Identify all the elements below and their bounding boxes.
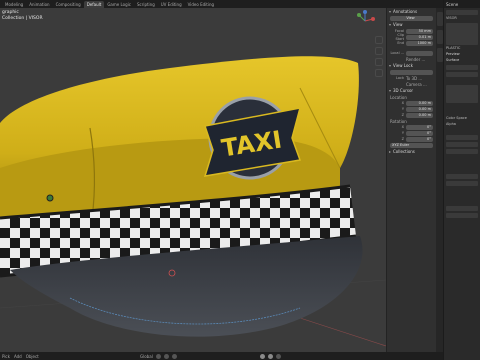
properties-header[interactable]: Scene — [444, 0, 480, 8]
properties-editor: Scene VISOR PLASTIC Preview Surface Colo… — [443, 0, 480, 360]
view-section[interactable]: ▾ View — [387, 21, 436, 28]
shading-material-icon[interactable] — [267, 353, 273, 359]
clip-end-field[interactable]: 1000 m — [406, 40, 433, 46]
orientation-dropdown[interactable]: Global — [140, 354, 153, 359]
chevron-down-icon: ▾ — [389, 9, 392, 14]
focal-length-field[interactable]: 50 mm — [406, 28, 433, 34]
tab-compositing[interactable]: Compositing — [53, 1, 84, 8]
taxi-cap-model: TAXI — [0, 56, 386, 347]
chevron-right-icon: ▸ — [389, 149, 392, 154]
param-field-7[interactable] — [446, 213, 478, 218]
tab-view[interactable] — [436, 48, 443, 62]
pan-icon[interactable] — [375, 47, 383, 55]
lock-camera-checkbox[interactable]: Camera ... — [406, 82, 427, 87]
viewport-bottom-bar: Pick Add Object Global — [0, 352, 443, 360]
shading-solid-icon[interactable] — [259, 353, 265, 359]
texture-field[interactable] — [446, 85, 478, 103]
tab-game-logic[interactable]: Game Logic — [104, 1, 134, 8]
rotation-mode-dropdown[interactable]: XYZ Euler — [390, 142, 433, 148]
base-color-field[interactable] — [446, 72, 478, 77]
param-field-3[interactable] — [446, 149, 478, 154]
zoom-icon[interactable] — [375, 36, 383, 44]
proportional-icon[interactable] — [171, 353, 177, 359]
viewport-collection-text: Collection | VISOR — [2, 16, 43, 21]
clip-start-field[interactable]: 0.01 m — [406, 34, 433, 40]
cursor-rot-z-field[interactable]: 0° — [406, 136, 433, 142]
shading-rendered-icon[interactable] — [275, 353, 281, 359]
snap-icon[interactable] — [163, 353, 169, 359]
sidebar-n-panel: ▾ Annotations View ▾ View Focal 50 mm Clip … — [386, 8, 436, 352]
tab-item[interactable] — [436, 12, 443, 26]
material-slot-list[interactable] — [446, 23, 478, 45]
3d-viewport[interactable]: TAXI graphic Collection | VISOR — [0, 8, 386, 352]
cursor-y-field[interactable]: 0.00 m — [406, 106, 433, 112]
3d-cursor-section[interactable]: ▾ 3D Cursor — [387, 87, 436, 94]
pick-menu[interactable]: Pick — [2, 354, 10, 359]
tab-tool[interactable] — [436, 30, 443, 44]
tab-scripting[interactable]: Scripting — [134, 1, 158, 8]
workspace-tab-bar: Modeling Animation Compositing Default G… — [0, 0, 456, 8]
pivot-icon[interactable] — [155, 353, 161, 359]
object-menu[interactable]: Object — [26, 354, 39, 359]
tab-animation[interactable]: Animation — [26, 1, 52, 8]
chevron-down-icon: ▾ — [389, 88, 392, 93]
navigation-gizmo[interactable] — [354, 10, 376, 32]
grid-icon[interactable] — [375, 69, 383, 77]
surface-section[interactable]: Surface — [444, 57, 480, 63]
blender-window: Modeling Animation Compositing Default G… — [0, 0, 480, 360]
collections-section[interactable]: ▸ Collections — [387, 148, 436, 155]
alpha-label: Alpha — [446, 122, 456, 126]
cursor-z-field[interactable]: 0.00 m — [406, 112, 433, 118]
tab-modeling[interactable]: Modeling — [2, 1, 26, 8]
view-button[interactable]: View — [390, 15, 433, 21]
tab-video-editing[interactable]: Video Editing — [185, 1, 217, 8]
param-field-4[interactable] — [446, 174, 478, 179]
sidebar-tabs — [436, 8, 443, 352]
chevron-down-icon: ▾ — [389, 63, 392, 68]
viewport-info-overlay: graphic Collection | VISOR — [2, 10, 43, 22]
surface-node-field[interactable] — [446, 65, 478, 70]
param-field-6[interactable] — [446, 206, 478, 211]
view-lock-section[interactable]: ▾ View Lock — [387, 62, 436, 69]
lock-object-field[interactable] — [390, 69, 433, 75]
lock-to-3d-cursor-checkbox[interactable]: To 3D ... — [406, 76, 422, 81]
chevron-down-icon: ▾ — [389, 22, 392, 27]
cursor-x-field[interactable]: 0.00 m — [406, 100, 433, 106]
render-region-checkbox[interactable]: Render ... — [406, 57, 425, 62]
param-field-2[interactable] — [446, 142, 478, 147]
add-menu[interactable]: Add — [14, 354, 22, 359]
x-axis-line — [299, 317, 386, 347]
local-camera-field[interactable] — [406, 50, 433, 56]
cursor-rot-y-field[interactable]: 0° — [406, 130, 433, 136]
object-name: VISOR — [446, 16, 457, 20]
param-field-1[interactable] — [446, 135, 478, 140]
cursor-rot-x-field[interactable]: 0° — [406, 124, 433, 130]
viewport-header-controls: Global — [140, 352, 284, 360]
camera-icon[interactable] — [375, 58, 383, 66]
tab-uv-editing[interactable]: UV Editing — [158, 1, 185, 8]
annotations-section[interactable]: ▾ Annotations — [387, 8, 436, 15]
tab-default[interactable]: Default — [83, 0, 105, 8]
param-field-5[interactable] — [446, 181, 478, 186]
viewport-nav-buttons — [375, 36, 383, 80]
